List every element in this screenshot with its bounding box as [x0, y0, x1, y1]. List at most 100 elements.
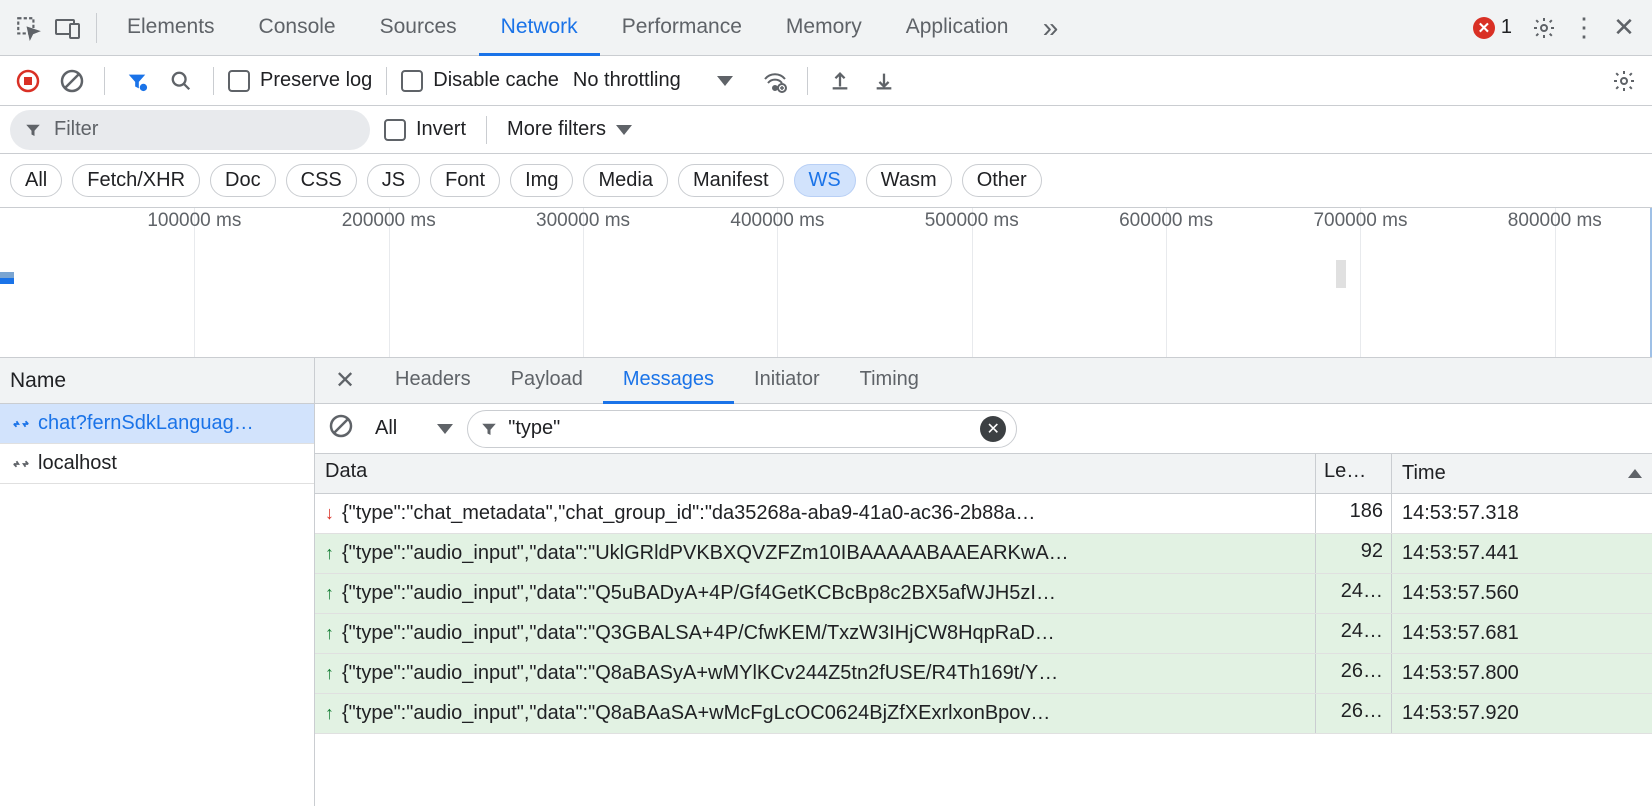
filter-toggle-icon[interactable]: [119, 63, 155, 99]
type-filter-fetchxhr[interactable]: Fetch/XHR: [72, 164, 200, 197]
message-time: 14:53:57.800: [1392, 654, 1652, 693]
type-filter-all[interactable]: All: [10, 164, 62, 197]
more-tabs-chevron-icon[interactable]: »: [1030, 8, 1070, 48]
request-row[interactable]: localhost: [0, 444, 314, 484]
error-count: 1: [1501, 16, 1512, 39]
divider: [386, 67, 387, 95]
device-toolbar-icon[interactable]: [48, 8, 88, 48]
arrow-up-icon: ↑: [325, 583, 334, 604]
detail-tab-initiator[interactable]: Initiator: [734, 358, 840, 404]
record-button[interactable]: [10, 63, 46, 99]
timeline-tick-label: 700000 ms: [1313, 210, 1407, 232]
type-filter-media[interactable]: Media: [583, 164, 667, 197]
error-icon: ✕: [1473, 17, 1495, 39]
message-length: 26…: [1316, 694, 1392, 733]
invert-checkbox[interactable]: Invert: [384, 118, 466, 141]
message-row[interactable]: ↑{"type":"audio_input","data":"Q3GBALSA+…: [315, 614, 1652, 654]
detail-tab-timing[interactable]: Timing: [840, 358, 939, 404]
message-row[interactable]: ↓ {"type":"chat_metadata","chat_group_id"…: [315, 494, 1652, 534]
network-settings-gear-icon[interactable]: [1606, 63, 1642, 99]
chevron-down-icon: [616, 125, 632, 135]
more-filters-label: More filters: [507, 118, 606, 141]
message-data: {"type":"audio_input","data":"Q5uBADyA+4…: [342, 582, 1056, 605]
message-length: 24…: [1316, 574, 1392, 613]
more-filters-dropdown[interactable]: More filters: [507, 118, 632, 141]
detail-tab-payload[interactable]: Payload: [491, 358, 603, 404]
message-time: 14:53:57.318: [1392, 494, 1652, 533]
request-list-header[interactable]: Name: [0, 358, 314, 404]
panel-tab-sources[interactable]: Sources: [358, 0, 479, 56]
message-length: 92: [1316, 534, 1392, 573]
type-filter-manifest[interactable]: Manifest: [678, 164, 784, 197]
throttling-select[interactable]: No throttling: [573, 69, 733, 92]
type-filter-ws[interactable]: WS: [794, 164, 856, 197]
timeline-tick-label: 100000 ms: [147, 210, 241, 232]
filter-input[interactable]: Filter: [10, 110, 370, 150]
message-time: 14:53:57.560: [1392, 574, 1652, 613]
export-har-icon[interactable]: [866, 63, 902, 99]
message-row[interactable]: ↑{"type":"audio_input","data":"Q8aBAaSA+…: [315, 694, 1652, 734]
column-data-header[interactable]: Data: [315, 454, 1316, 493]
disable-cache-checkbox[interactable]: Disable cache: [401, 69, 559, 92]
message-row[interactable]: ↑{"type":"audio_input","data":"UklGRldPV…: [315, 534, 1652, 574]
type-filter-font[interactable]: Font: [430, 164, 500, 197]
main-split: Name chat?fernSdkLanguag…localhost ✕ Hea…: [0, 358, 1652, 806]
error-badge[interactable]: ✕ 1: [1473, 16, 1512, 39]
column-name: Name: [10, 369, 66, 393]
divider: [96, 13, 97, 43]
timeline-tick-label: 800000 ms: [1508, 210, 1602, 232]
message-time: 14:53:57.441: [1392, 534, 1652, 573]
panel-tab-memory[interactable]: Memory: [764, 0, 884, 56]
filter-value: "type": [508, 417, 560, 440]
arrow-down-icon: ↓: [325, 503, 334, 524]
message-data: {"type":"chat_metadata","chat_group_id":…: [342, 502, 1036, 525]
close-detail-icon[interactable]: ✕: [315, 358, 375, 404]
panel-tab-elements[interactable]: Elements: [105, 0, 237, 56]
network-conditions-icon[interactable]: [757, 63, 793, 99]
divider: [213, 67, 214, 95]
timeline-overview[interactable]: 100000 ms200000 ms300000 ms400000 ms5000…: [0, 208, 1652, 358]
type-filter-wasm[interactable]: Wasm: [866, 164, 952, 197]
clear-filter-icon[interactable]: ✕: [980, 416, 1006, 442]
kebab-menu-icon[interactable]: ⋮: [1564, 8, 1604, 48]
message-data: {"type":"audio_input","data":"Q8aBASyA+w…: [342, 662, 1058, 685]
message-row[interactable]: ↑ {"type":"audio_input","data":"Q5uBADyA+…: [315, 574, 1652, 614]
detail-tab-messages[interactable]: Messages: [603, 358, 734, 404]
funnel-icon: [24, 121, 42, 139]
message-filter-input[interactable]: "type" ✕: [467, 410, 1017, 448]
checkbox-icon: [384, 119, 406, 141]
panel-tab-console[interactable]: Console: [237, 0, 358, 56]
timeline-tick-label: 200000 ms: [342, 210, 436, 232]
clear-messages-icon[interactable]: [329, 414, 361, 444]
column-length-header[interactable]: Le…: [1316, 454, 1392, 493]
type-filter-css[interactable]: CSS: [286, 164, 357, 197]
message-row[interactable]: ↑{"type":"audio_input","data":"Q8aBASyA+…: [315, 654, 1652, 694]
chevron-down-icon: [437, 424, 453, 434]
arrow-up-icon: ↑: [325, 703, 334, 724]
preserve-log-checkbox[interactable]: Preserve log: [228, 69, 372, 92]
divider: [807, 67, 808, 95]
type-filter-doc[interactable]: Doc: [210, 164, 276, 197]
settings-gear-icon[interactable]: [1524, 8, 1564, 48]
clear-button[interactable]: [54, 63, 90, 99]
message-time: 14:53:57.681: [1392, 614, 1652, 653]
detail-tab-headers[interactable]: Headers: [375, 358, 491, 404]
type-filter-other[interactable]: Other: [962, 164, 1042, 197]
inspect-element-icon[interactable]: [8, 8, 48, 48]
message-length: 26…: [1316, 654, 1392, 693]
type-filter-js[interactable]: JS: [367, 164, 420, 197]
column-time-header[interactable]: Time: [1392, 454, 1652, 493]
filter-placeholder: Filter: [54, 118, 98, 141]
panel-tab-performance[interactable]: Performance: [600, 0, 764, 56]
request-row[interactable]: chat?fernSdkLanguag…: [0, 404, 314, 444]
panel-tab-network[interactable]: Network: [479, 0, 600, 56]
close-devtools-icon[interactable]: ✕: [1604, 8, 1644, 48]
panel-tab-application[interactable]: Application: [884, 0, 1031, 56]
import-har-icon[interactable]: [822, 63, 858, 99]
sort-asc-icon: [1628, 469, 1642, 478]
message-direction-select[interactable]: All: [375, 417, 453, 440]
messages-toolbar: All "type" ✕: [315, 404, 1652, 454]
search-icon[interactable]: [163, 63, 199, 99]
type-filter-img[interactable]: Img: [510, 164, 573, 197]
detail-pane: ✕ HeadersPayloadMessagesInitiatorTiming …: [315, 358, 1652, 806]
